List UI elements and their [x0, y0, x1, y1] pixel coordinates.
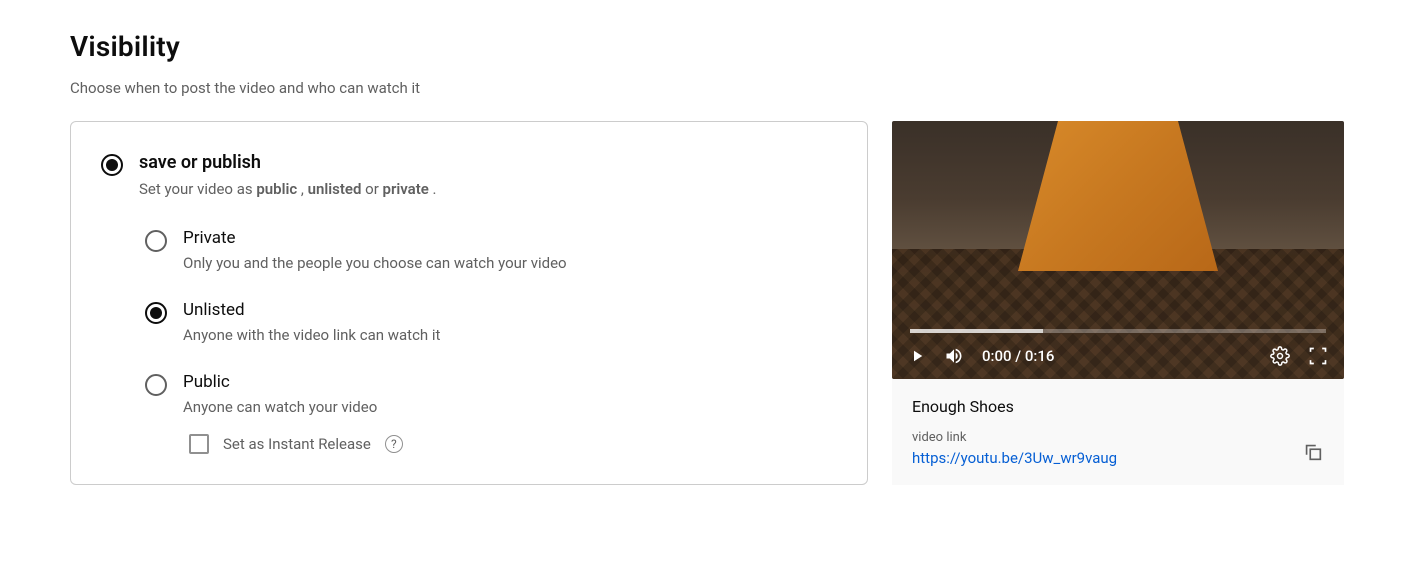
radio-public[interactable] [145, 374, 167, 396]
copy-icon[interactable] [1302, 441, 1324, 467]
fullscreen-icon[interactable] [1308, 346, 1328, 366]
play-icon[interactable] [908, 347, 926, 365]
unlisted-label: Unlisted [183, 300, 440, 320]
thumb-subject [1018, 121, 1218, 271]
instant-release-checkbox[interactable] [189, 434, 209, 454]
video-thumbnail[interactable]: 0:00 / 0:16 [892, 121, 1344, 379]
volume-icon[interactable] [944, 346, 964, 366]
save-or-publish-option[interactable]: save or publish Set your video as public… [101, 152, 837, 200]
radio-private[interactable] [145, 230, 167, 252]
save-publish-title: save or publish [139, 152, 437, 173]
instant-release-row: Set as Instant Release ? [189, 434, 837, 454]
unlisted-desc: Anyone with the video link can watch it [183, 326, 440, 344]
page-subtitle: Choose when to post the video and who ca… [70, 79, 1344, 97]
video-link-url[interactable]: https://youtu.be/3Uw_wr9vaug [912, 449, 1117, 467]
save-publish-desc: Set your video as public , unlisted or p… [139, 179, 437, 200]
private-label: Private [183, 228, 567, 248]
radio-selected-dot [106, 159, 118, 171]
page-title: Visibility [70, 30, 1344, 63]
video-title: Enough Shoes [912, 397, 1324, 416]
private-desc: Only you and the people you choose can w… [183, 254, 567, 272]
radio-save-publish[interactable] [101, 154, 123, 176]
video-preview-panel: 0:00 / 0:16 Enough Shoes video link http… [892, 121, 1344, 485]
instant-release-label: Set as Instant Release [223, 435, 371, 453]
radio-unlisted[interactable] [145, 302, 167, 324]
settings-icon[interactable] [1270, 346, 1290, 366]
video-controls: 0:00 / 0:16 [892, 333, 1344, 379]
public-desc: Anyone can watch your video [183, 398, 377, 416]
option-private[interactable]: Private Only you and the people you choo… [145, 228, 837, 272]
help-icon[interactable]: ? [385, 435, 403, 453]
video-time: 0:00 / 0:16 [982, 347, 1054, 365]
video-link-label: video link [912, 430, 1117, 445]
option-public[interactable]: Public Anyone can watch your video Set a… [145, 372, 837, 454]
option-unlisted[interactable]: Unlisted Anyone with the video link can … [145, 300, 837, 344]
visibility-options-panel: save or publish Set your video as public… [70, 121, 868, 485]
public-label: Public [183, 372, 377, 392]
radio-selected-dot [150, 307, 162, 319]
video-info: Enough Shoes video link https://youtu.be… [892, 379, 1344, 485]
